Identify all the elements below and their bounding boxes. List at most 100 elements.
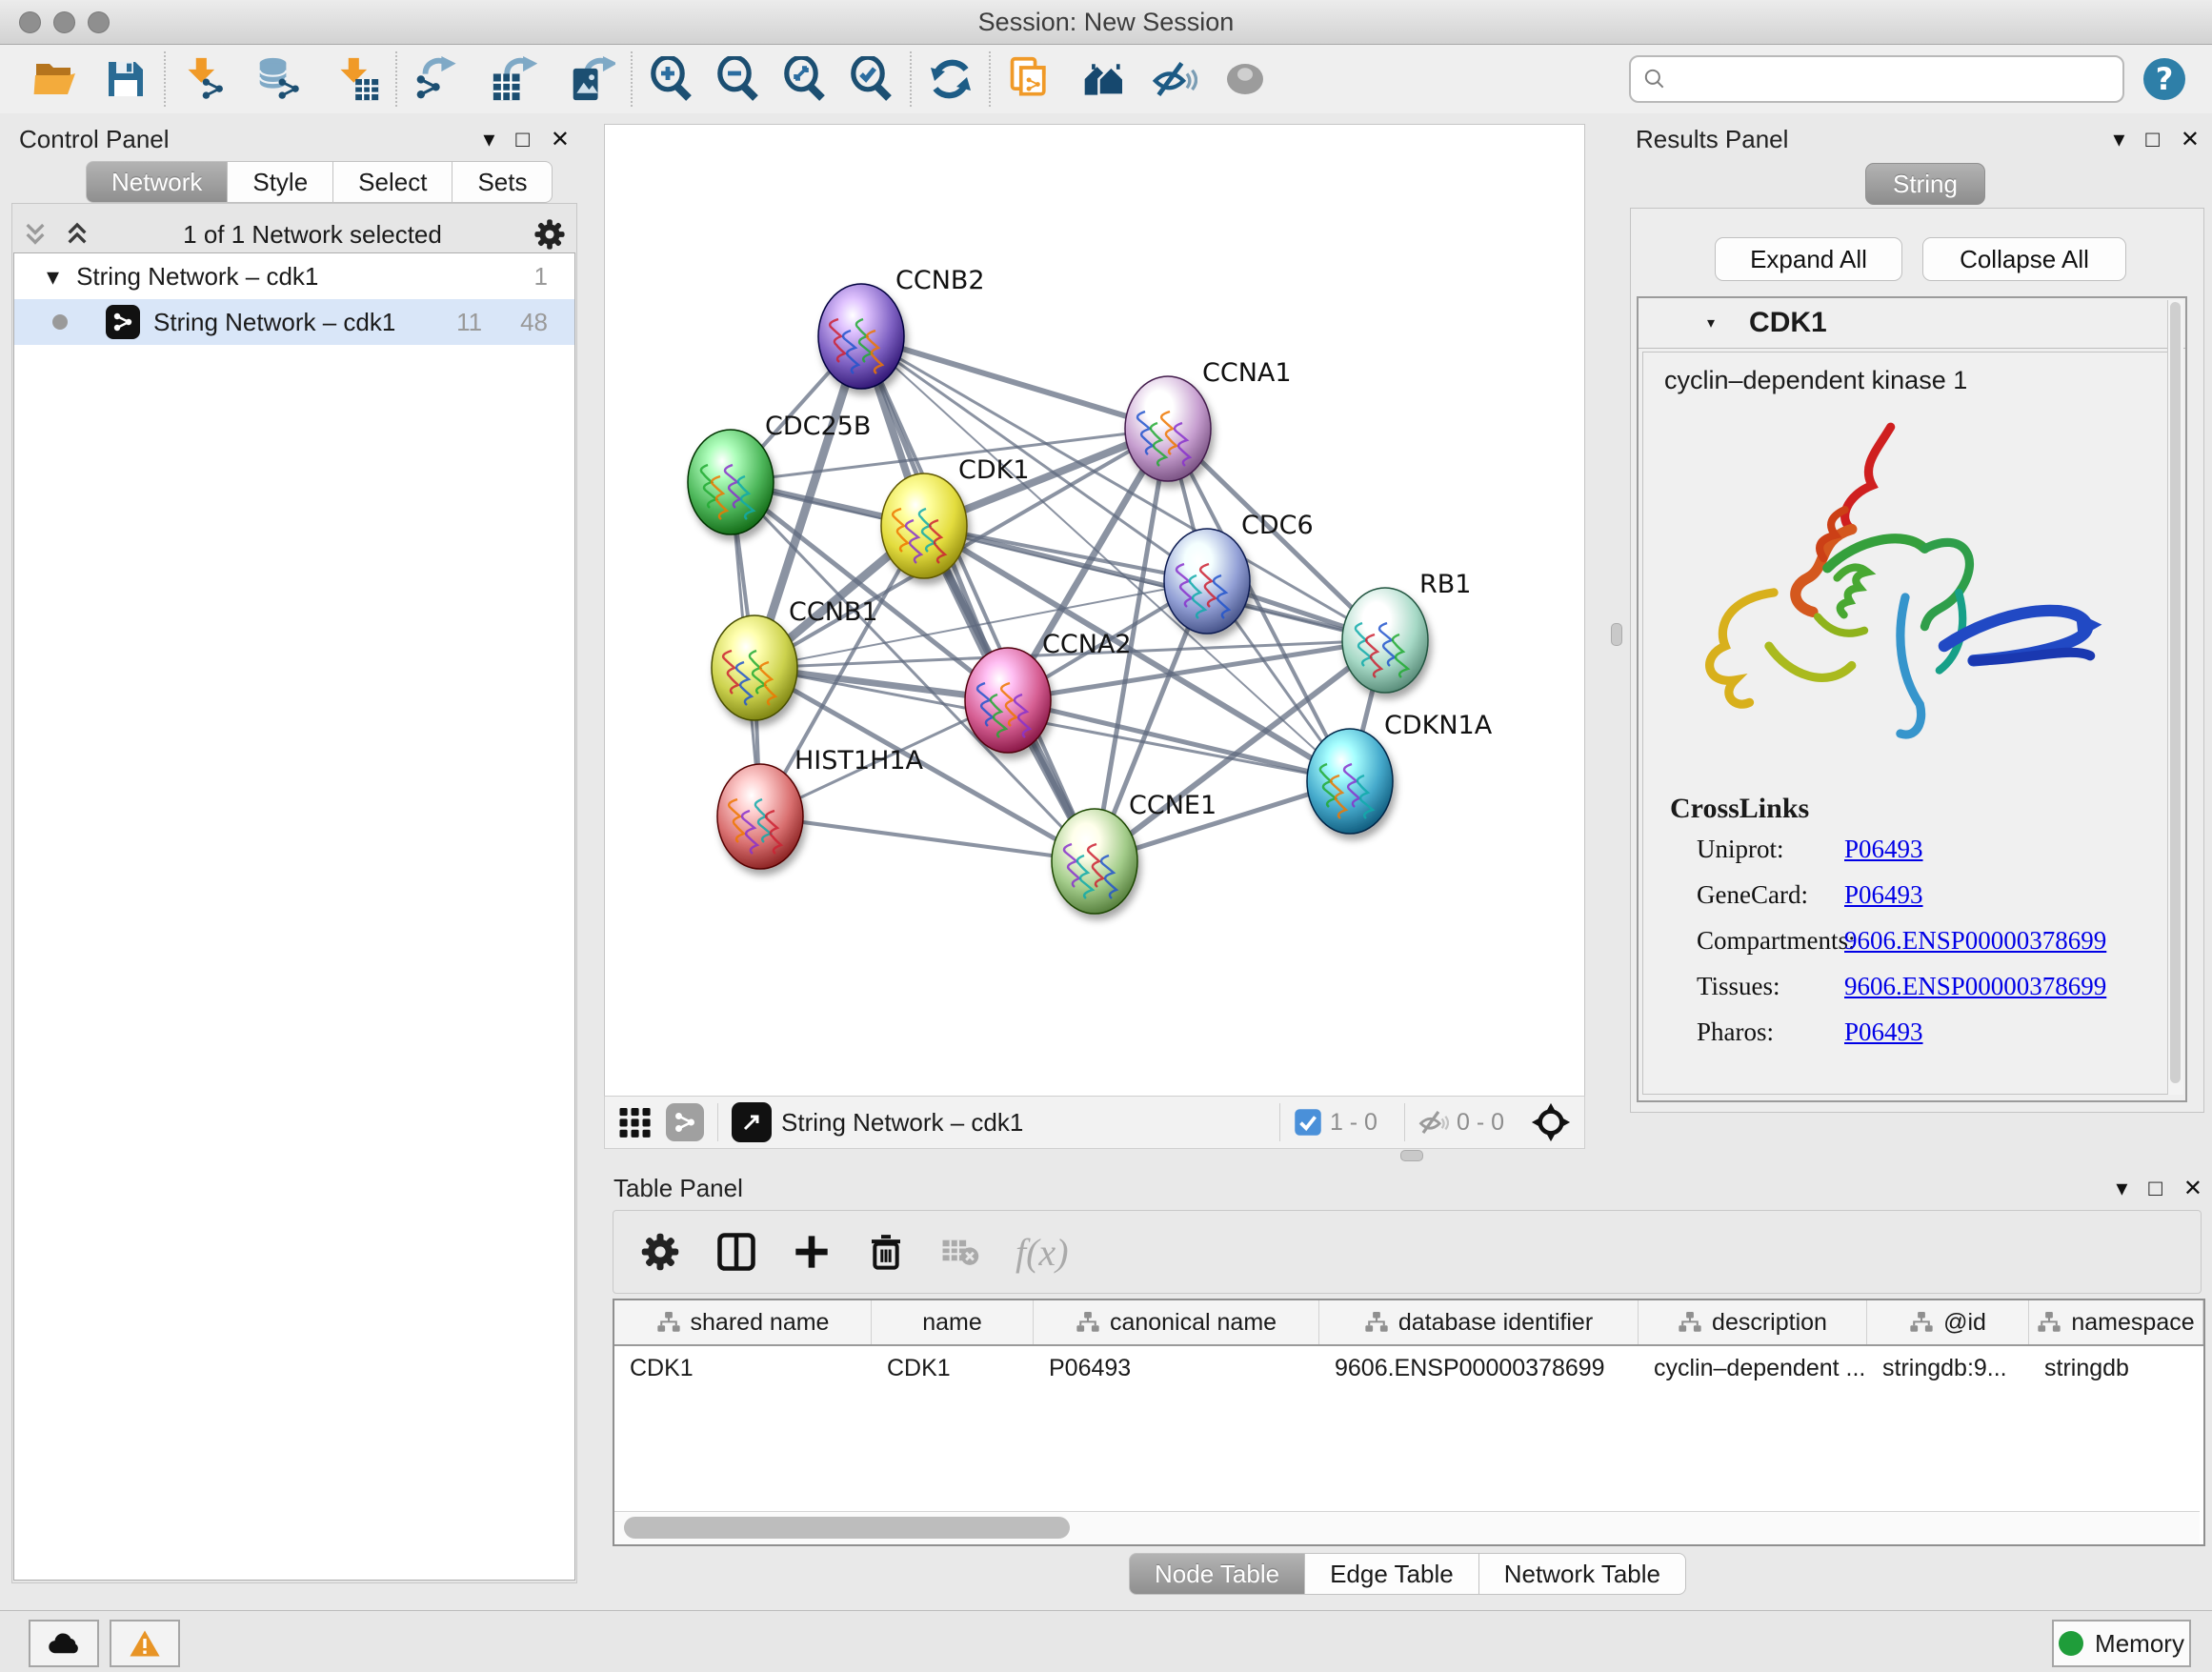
delete-table-icon[interactable] (941, 1235, 979, 1269)
table-cell[interactable]: stringdb:9... (1867, 1346, 2029, 1390)
birds-eye-view-icon[interactable] (732, 1102, 772, 1142)
results-panel-float-icon[interactable]: □ (2145, 127, 2160, 153)
zoom-fit-button[interactable] (778, 52, 832, 106)
table-cell[interactable]: P06493 (1034, 1346, 1319, 1390)
network-node-ccna1[interactable]: CCNA1 (1125, 358, 1292, 481)
delete-column-trash-icon[interactable] (867, 1233, 905, 1271)
save-session-button[interactable] (99, 52, 152, 106)
table-options-gear-icon[interactable] (640, 1232, 680, 1272)
memory-button[interactable]: Memory (2052, 1620, 2191, 1667)
create-column-plus-icon[interactable] (793, 1233, 831, 1271)
help-button[interactable]: ? (2138, 52, 2191, 106)
network-node-rb1[interactable]: RB1 (1342, 570, 1471, 693)
results-panel-close-icon[interactable]: ✕ (2181, 126, 2200, 153)
column-header-databaseidentifier[interactable]: database identifier (1319, 1300, 1639, 1344)
grid-view-icon[interactable] (618, 1105, 653, 1139)
selected-checkbox-icon[interactable] (1294, 1108, 1322, 1137)
expand-all-chevron-icon[interactable] (63, 220, 91, 249)
first-neighbors-button[interactable] (1077, 52, 1131, 106)
search-input[interactable] (1667, 65, 2111, 94)
hidden-eye-slash-icon[interactable] (1418, 1108, 1449, 1137)
zoom-in-button[interactable] (645, 52, 698, 106)
control-panel-close-icon[interactable]: ✕ (551, 126, 570, 153)
tab-network-table[interactable]: Network Table (1479, 1553, 1686, 1595)
collection-expander-icon[interactable]: ▾ (47, 262, 59, 292)
export-network-button[interactable] (410, 52, 463, 106)
network-node-hist1h1a[interactable]: HIST1H1A (717, 746, 924, 869)
column-header-namespace[interactable]: namespace (2029, 1300, 2203, 1344)
function-builder-icon[interactable]: f(x) (1016, 1230, 1069, 1275)
column-header-sharedname[interactable]: shared name (614, 1300, 872, 1344)
open-session-button[interactable] (29, 52, 82, 106)
expand-all-button[interactable]: Expand All (1715, 237, 1902, 281)
uniprot-link[interactable]: P06493 (1844, 835, 1923, 864)
tab-string[interactable]: String (1865, 163, 1985, 205)
minimize-window-button[interactable] (53, 11, 75, 33)
network-thumbnail-icon[interactable] (666, 1103, 704, 1141)
import-network-file-button[interactable] (178, 52, 231, 106)
results-panel-float-menu-icon[interactable]: ▾ (2113, 126, 2124, 153)
network-node-cdkn1a[interactable]: CDKN1A (1307, 711, 1493, 834)
network-canvas[interactable]: CCNB2CCNA1CDC25BCDK1CDC6RB1CCNB1CCNA2CDK… (604, 124, 1585, 1097)
network-collection-row[interactable]: ▾ String Network – cdk1 1 (14, 253, 574, 299)
network-edge[interactable] (861, 336, 1168, 429)
zoom-selected-button[interactable] (845, 52, 898, 106)
collapse-all-button[interactable]: Collapse All (1922, 237, 2126, 281)
table-panel-float-menu-icon[interactable]: ▾ (2116, 1175, 2127, 1202)
scrollbar-thumb[interactable] (2170, 302, 2181, 1083)
splitter-handle[interactable] (1611, 623, 1622, 646)
table-row[interactable]: CDK1CDK1P064939606.ENSP00000378699cyclin… (614, 1346, 2203, 1390)
tissues-link[interactable]: 9606.ENSP00000378699 (1844, 972, 2106, 1001)
scrollbar-thumb[interactable] (624, 1517, 1070, 1539)
tab-select[interactable]: Select (333, 161, 452, 203)
show-all-button[interactable] (1218, 52, 1272, 106)
import-network-database-button[interactable] (252, 52, 306, 106)
control-panel-float-menu-icon[interactable]: ▾ (483, 126, 494, 153)
table-horizontal-scrollbar[interactable] (614, 1511, 2200, 1544)
network-node-ccnb2[interactable]: CCNB2 (818, 266, 985, 389)
results-vertical-scrollbar[interactable] (2167, 300, 2183, 1095)
show-columns-icon[interactable] (716, 1232, 756, 1272)
genecard-link[interactable]: P06493 (1844, 880, 1923, 910)
table-panel-float-icon[interactable]: □ (2148, 1176, 2162, 1202)
tab-sets[interactable]: Sets (452, 161, 553, 203)
export-table-button[interactable] (488, 52, 541, 106)
compartments-link[interactable]: 9606.ENSP00000378699 (1844, 926, 2106, 956)
table-cell[interactable]: stringdb (2029, 1346, 2203, 1390)
hide-selected-button[interactable] (1148, 52, 1201, 106)
zoom-out-button[interactable] (712, 52, 765, 106)
network-edge[interactable] (861, 336, 1095, 861)
node-table[interactable]: shared namenamecanonical namedatabase id… (613, 1299, 2205, 1546)
table-cell[interactable]: cyclin–dependent ... (1639, 1346, 1867, 1390)
gene-expander-icon[interactable]: ▾ (1707, 313, 1715, 332)
network-edge[interactable] (760, 816, 1095, 861)
splitter-handle[interactable] (1400, 1150, 1423, 1161)
table-cell[interactable]: CDK1 (872, 1346, 1034, 1390)
table-panel-close-icon[interactable]: ✕ (2183, 1175, 2202, 1202)
pharos-link[interactable]: P06493 (1844, 1017, 1923, 1047)
warnings-button[interactable] (110, 1620, 180, 1667)
tab-style[interactable]: Style (228, 161, 333, 203)
column-header-canonicalname[interactable]: canonical name (1034, 1300, 1319, 1344)
zoom-window-button[interactable] (88, 11, 110, 33)
column-header-id[interactable]: @id (1867, 1300, 2029, 1344)
duplicate-network-button[interactable] (1003, 52, 1056, 106)
export-image-button[interactable] (566, 52, 619, 106)
toolbar-search[interactable] (1629, 55, 2124, 103)
tab-node-table[interactable]: Node Table (1129, 1553, 1305, 1595)
table-cell[interactable]: CDK1 (614, 1346, 872, 1390)
tab-network[interactable]: Network (86, 161, 228, 203)
network-graph[interactable]: CCNB2CCNA1CDC25BCDK1CDC6RB1CCNB1CCNA2CDK… (605, 125, 1584, 1096)
control-panel-float-icon[interactable]: □ (515, 127, 530, 153)
close-window-button[interactable] (19, 11, 41, 33)
import-table-file-button[interactable] (331, 52, 384, 106)
table-cell[interactable]: 9606.ENSP00000378699 (1319, 1346, 1639, 1390)
gene-header-row[interactable]: ▾ CDK1 (1639, 298, 2185, 349)
network-node-ccne1[interactable]: CCNE1 (1052, 791, 1217, 914)
fit-selected-crosshair-icon[interactable] (1531, 1102, 1571, 1142)
network-node-cdc25b[interactable]: CDC25B (688, 412, 871, 534)
refresh-view-button[interactable] (924, 52, 977, 106)
network-edge[interactable] (1008, 700, 1350, 781)
network-options-gear-icon[interactable] (533, 218, 566, 251)
column-header-name[interactable]: name (872, 1300, 1034, 1344)
